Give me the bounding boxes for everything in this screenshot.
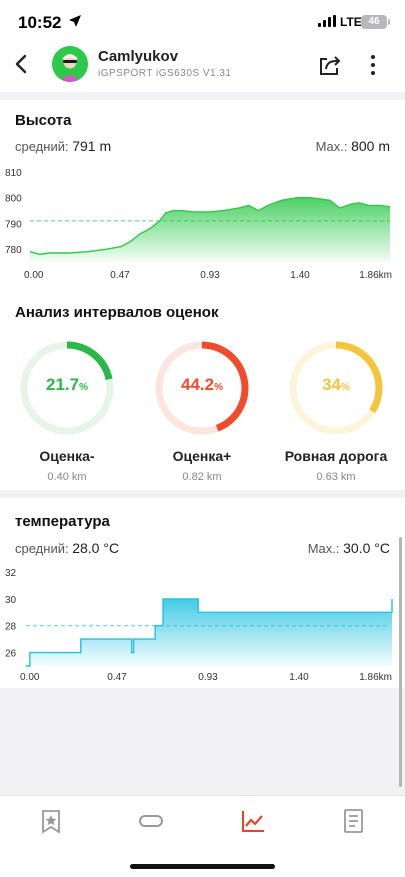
temperature-average: средний: 28.0 °C: [15, 540, 119, 556]
interval-percent: 34%: [276, 375, 396, 395]
status-bar: 10:52 LTE 46: [0, 0, 405, 44]
status-time: 10:52: [18, 13, 62, 32]
y-tick-label: 30: [5, 595, 17, 606]
interval-percent-unit: %: [79, 382, 88, 393]
altitude-average: средний: 791 m: [15, 138, 111, 154]
y-tick-label: 810: [5, 168, 22, 179]
interval-ring-item: 34% Ровная дорога 0.63 km: [276, 338, 396, 483]
temperature-chart: 32 30 28 26 0.00 0.47 0.93 1.40 1.86km: [5, 568, 393, 683]
y-tick-label: 790: [5, 219, 22, 230]
user-name: Camlyukov: [98, 48, 179, 65]
temperature-title: температура: [15, 513, 110, 530]
interval-distance: 0.63 km: [316, 471, 356, 483]
altitude-average-value: 791 m: [72, 138, 112, 154]
interval-distance: 0.40 km: [47, 471, 87, 483]
altitude-title: Высота: [15, 112, 72, 129]
network-type: LTE: [340, 15, 362, 29]
interval-percent-unit: %: [214, 382, 223, 393]
device-name: iGPSPORT iGS630S V1.31: [98, 68, 232, 79]
back-arrow-icon[interactable]: [10, 52, 34, 76]
y-tick-label: 780: [5, 245, 22, 256]
x-tick-label: 0.00: [20, 672, 40, 683]
location-arrow-icon: [69, 15, 81, 27]
y-tick-label: 32: [5, 568, 17, 579]
temperature-average-value: 28.0 °C: [72, 540, 120, 556]
more-vertical-icon[interactable]: [362, 52, 384, 78]
chart-icon[interactable]: [238, 808, 268, 834]
x-tick-label: 1.86km: [359, 270, 392, 281]
avatar[interactable]: [52, 46, 88, 82]
share-icon[interactable]: [317, 52, 343, 78]
interval-percent-value: 21.7: [46, 375, 80, 394]
interval-percent-unit: %: [341, 382, 350, 393]
series-area: [26, 598, 392, 666]
interval-label: Оценка+: [172, 448, 232, 464]
signal-icon: [318, 15, 336, 27]
interval-ring-item: 44.2% Оценка+ 0.82 km: [142, 338, 262, 483]
x-tick-label: 0.93: [200, 270, 220, 281]
interval-label: Оценка-: [39, 448, 95, 464]
altitude-max: Max.: 800 m: [316, 138, 390, 154]
altitude-max-label: Max.:: [315, 139, 348, 154]
interval-percent-value: 44.2: [181, 375, 215, 394]
altitude-card: Высота средний: 791 m Max.: 800 m 810 800…: [0, 100, 405, 290]
track-icon[interactable]: [136, 808, 166, 834]
temperature-max-label: Max.:: [307, 541, 340, 556]
interval-distance: 0.82 km: [182, 471, 222, 483]
temperature-card: температура средний: 28.0 °C Max.: 30.0 …: [0, 498, 405, 688]
altitude-max-value: 800 m: [351, 138, 390, 154]
x-tick-label: 0.47: [107, 672, 127, 683]
home-indicator: [130, 864, 275, 869]
x-tick-label: 0.47: [110, 270, 130, 281]
temperature-max: Max.: 30.0 °C: [308, 540, 390, 556]
y-tick-label: 800: [5, 194, 22, 205]
interval-percent: 44.2%: [142, 375, 262, 395]
battery-icon: 46: [361, 15, 387, 29]
interval-label: Ровная дорога: [284, 448, 388, 464]
interval-percent-value: 34: [322, 375, 341, 394]
altitude-chart: 810 800 790 780 0.00 0.47 0.93 1.40 1.86km: [5, 168, 392, 281]
bookmark-star-icon[interactable]: [36, 808, 66, 834]
interval-ring-item: 21.7% Оценка- 0.40 km: [7, 338, 127, 483]
interval-percent: 21.7%: [7, 375, 127, 395]
intervals-card: Анализ интервалов оценок 21.7% Оценка- 0.4…: [0, 290, 405, 490]
temperature-average-label: средний:: [15, 541, 69, 556]
x-tick-label: 0.93: [198, 672, 218, 683]
battery-tip: [388, 19, 390, 25]
intervals-title: Анализ интервалов оценок: [15, 304, 219, 321]
x-tick-label: 1.40: [289, 672, 309, 683]
altitude-average-label: средний:: [15, 139, 69, 154]
x-tick-label: 1.40: [290, 270, 310, 281]
details-list-icon[interactable]: [338, 808, 368, 834]
temperature-max-value: 30.0 °C: [343, 540, 390, 556]
x-tick-label: 1.86km: [359, 672, 392, 683]
y-tick-label: 26: [5, 649, 17, 660]
x-tick-label: 0.00: [24, 270, 44, 281]
app-header: Camlyukov iGPSPORT iGS630S V1.31: [0, 44, 405, 92]
y-tick-label: 28: [5, 622, 17, 633]
scrollbar[interactable]: [399, 537, 402, 787]
